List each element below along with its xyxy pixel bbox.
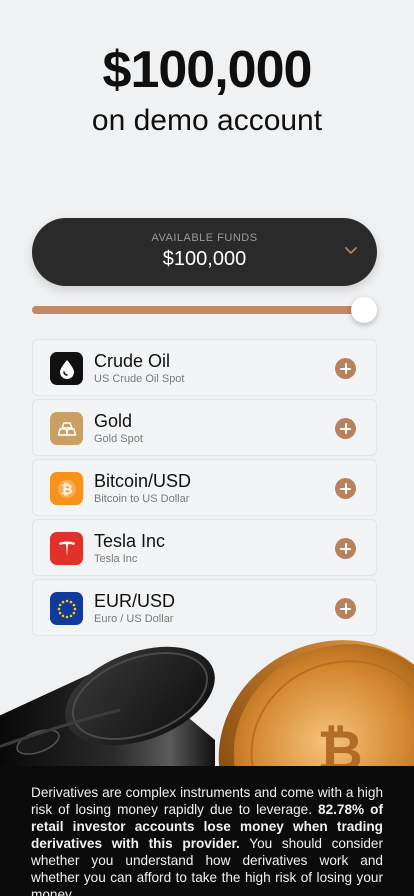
add-tesla-inc-button[interactable] xyxy=(335,538,356,559)
asset-name: Bitcoin/USD xyxy=(94,471,192,491)
demo-balance-amount: $100,000 xyxy=(102,41,313,99)
tesla-logo-icon xyxy=(50,532,83,565)
risk-disclaimer: Derivatives are complex instruments and … xyxy=(0,766,414,896)
add-eur-usd-button[interactable] xyxy=(335,598,356,619)
oil-drop-icon xyxy=(50,352,83,385)
available-funds-value: $100,000 xyxy=(162,248,247,270)
asset-name: Gold xyxy=(94,411,133,431)
chevron-down-icon xyxy=(345,247,357,254)
asset-row-gold[interactable]: Gold Gold Spot xyxy=(32,399,377,456)
asset-subtitle: Tesla Inc xyxy=(94,553,138,565)
asset-list: Crude Oil US Crude Oil Spot Gold Gold Sp… xyxy=(32,339,377,639)
svg-text:₿: ₿ xyxy=(317,719,363,770)
asset-subtitle: Gold Spot xyxy=(94,433,143,445)
asset-subtitle: US Crude Oil Spot xyxy=(94,373,185,385)
svg-text:₿: ₿ xyxy=(61,482,72,498)
asset-subtitle: Bitcoin to US Dollar xyxy=(94,493,190,505)
demo-balance-subtitle: on demo account xyxy=(91,104,323,137)
add-crude-oil-button[interactable] xyxy=(335,358,356,379)
available-funds-label: AVAILABLE FUNDS xyxy=(151,232,258,244)
add-gold-button[interactable] xyxy=(335,418,356,439)
funds-slider-track[interactable] xyxy=(32,306,365,314)
asset-row-tesla-inc[interactable]: Tesla Inc Tesla Inc xyxy=(32,519,377,576)
oil-barrel-and-bitcoin-illustration: ₿ xyxy=(0,640,414,770)
asset-name: Crude Oil xyxy=(94,351,171,371)
available-funds-selector[interactable]: AVAILABLE FUNDS $100,000 xyxy=(32,218,377,286)
asset-name: EUR/USD xyxy=(94,591,176,611)
asset-subtitle: Euro / US Dollar xyxy=(94,613,174,625)
asset-row-crude-oil[interactable]: Crude Oil US Crude Oil Spot xyxy=(32,339,377,396)
bitcoin-icon: ₿ xyxy=(50,472,83,505)
gold-bars-icon xyxy=(50,412,83,445)
hero-illustration: ₿ xyxy=(0,630,414,770)
eu-flag-icon xyxy=(50,592,83,625)
add-bitcoin-usd-button[interactable] xyxy=(335,478,356,499)
funds-slider-thumb[interactable] xyxy=(351,297,377,323)
asset-row-eur-usd[interactable]: EUR/USD Euro / US Dollar xyxy=(32,579,377,636)
asset-name: Tesla Inc xyxy=(94,531,166,551)
asset-row-bitcoin-usd[interactable]: ₿ Bitcoin/USD Bitcoin to US Dollar xyxy=(32,459,377,516)
